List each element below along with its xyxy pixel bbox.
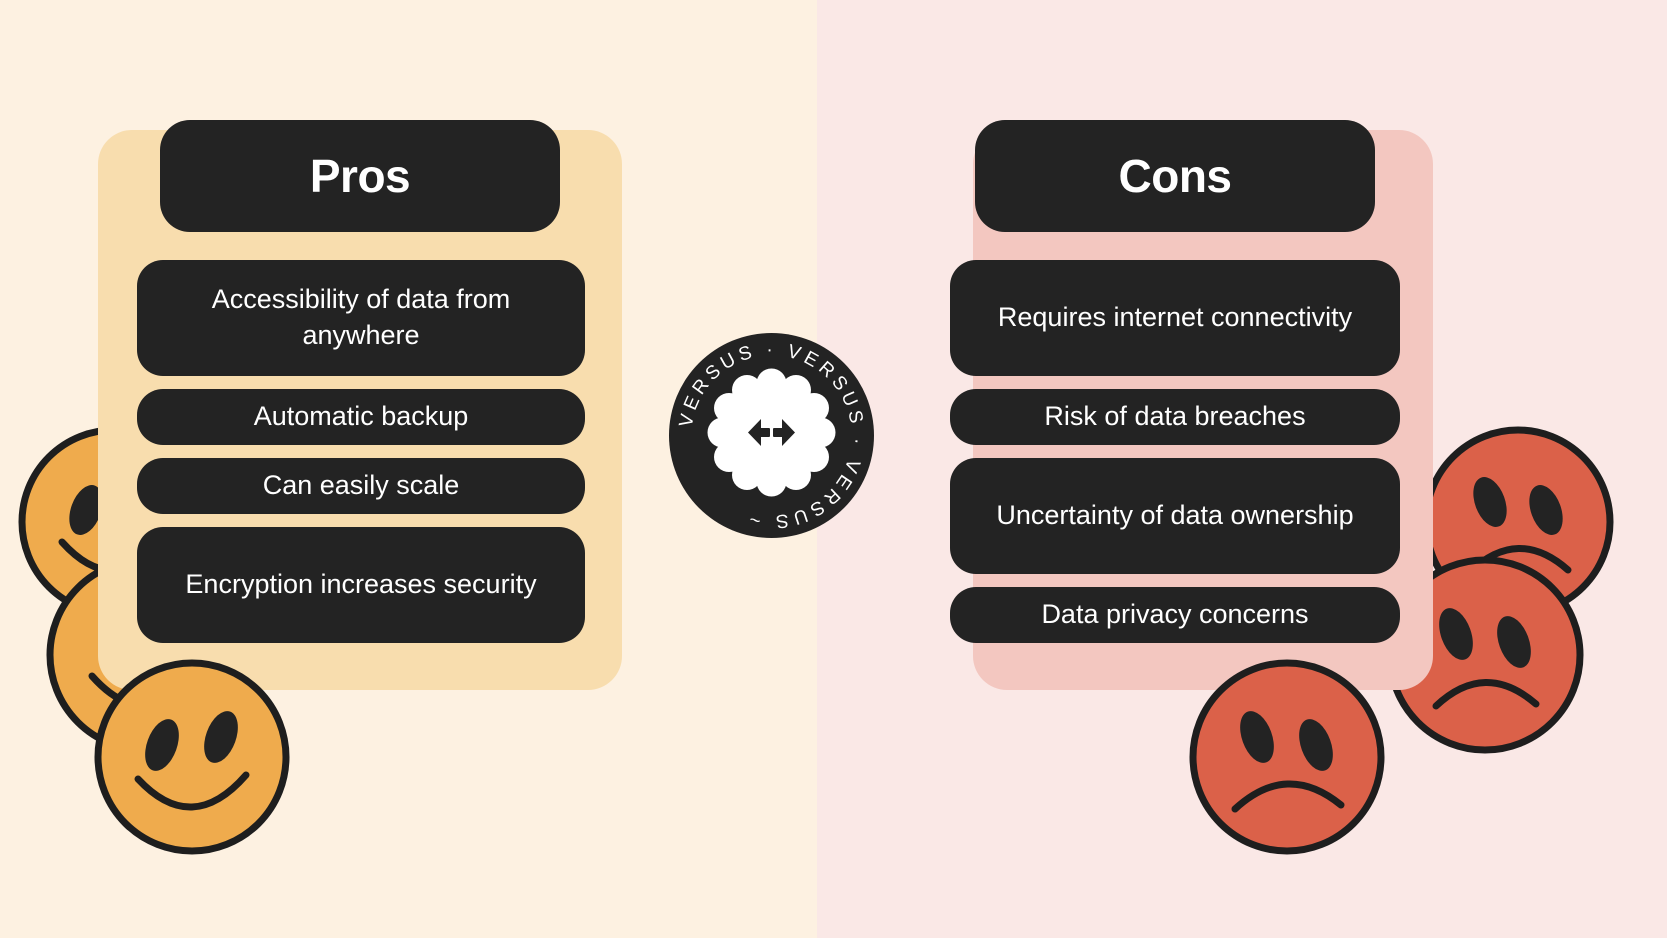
cons-item-list: Requires internet connectivity Risk of d… bbox=[950, 260, 1400, 643]
pros-item-list: Accessibility of data from anywhere Auto… bbox=[137, 260, 585, 643]
cons-item-2: Risk of data breaches bbox=[950, 389, 1400, 445]
versus-badge: VERSUS · VERSUS · VERSUS ~ bbox=[669, 333, 874, 538]
pros-item-1: Accessibility of data from anywhere bbox=[137, 260, 585, 376]
pros-item-3: Can easily scale bbox=[137, 458, 585, 514]
pros-item-2: Automatic backup bbox=[137, 389, 585, 445]
infographic-canvas: Pros Cons Accessibility of data from any… bbox=[0, 0, 1667, 938]
cons-item-1: Requires internet connectivity bbox=[950, 260, 1400, 376]
pros-header: Pros bbox=[160, 120, 560, 232]
cons-header: Cons bbox=[975, 120, 1375, 232]
cons-item-3: Uncertainty of data ownership bbox=[950, 458, 1400, 574]
pros-item-4: Encryption increases security bbox=[137, 527, 585, 643]
cons-item-4: Data privacy concerns bbox=[950, 587, 1400, 643]
